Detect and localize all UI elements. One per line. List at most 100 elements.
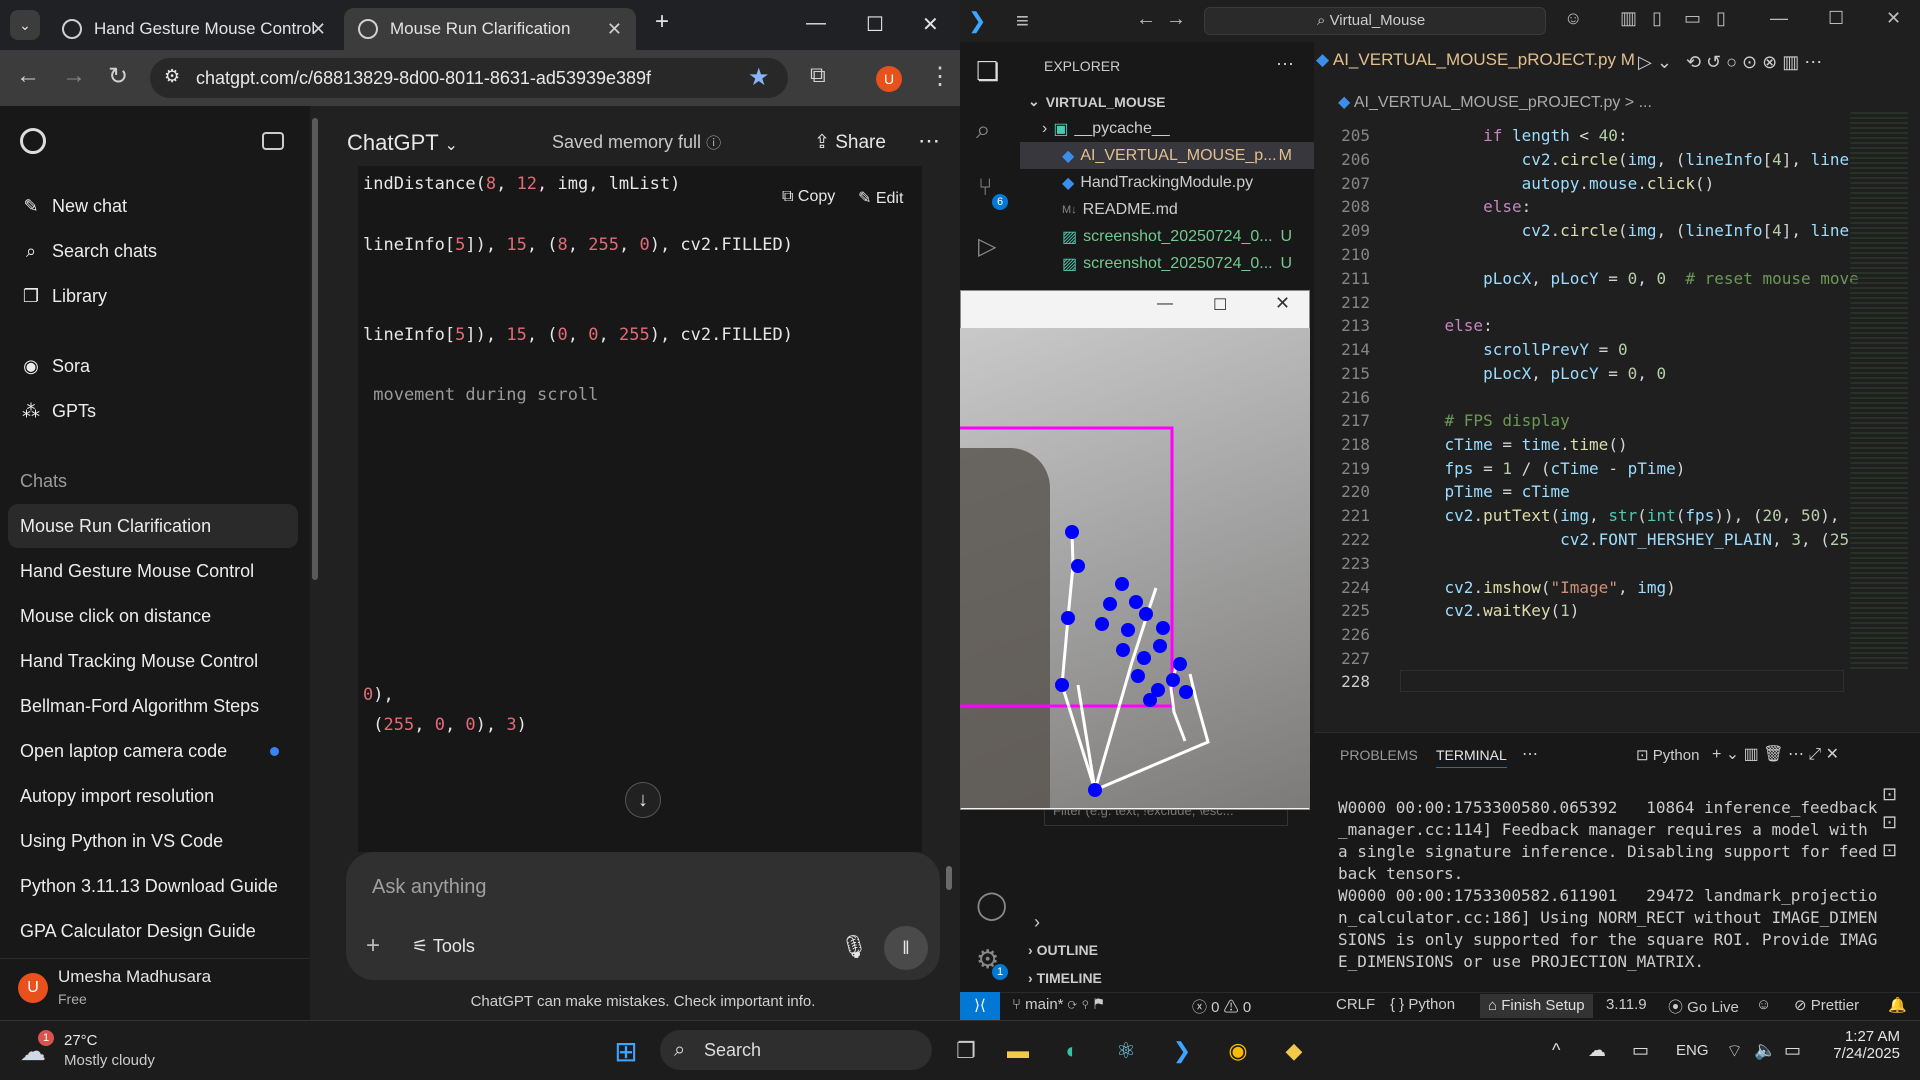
code-editor[interactable] xyxy=(1314,42,1920,732)
user-profile[interactable]: U Umesha Madhusara Free xyxy=(0,958,310,1020)
close-window-icon[interactable]: ✕ xyxy=(922,12,939,37)
toggle-panel-icon[interactable]: ▭ xyxy=(1684,8,1701,29)
main-scrollbar[interactable] xyxy=(946,866,952,890)
close-tab-icon[interactable]: ✕ xyxy=(311,19,326,40)
toggle-secondary-sidebar-icon[interactable]: ▯ xyxy=(1716,8,1726,29)
forward-arrow-icon[interactable]: → xyxy=(1166,8,1186,31)
library-button[interactable]: ❐ Library xyxy=(20,286,107,307)
toggle-sidebar-icon[interactable]: ▯ xyxy=(1652,8,1662,29)
eol-status[interactable]: CRLF xyxy=(1336,996,1375,1013)
chat-item[interactable]: Mouse click on distance xyxy=(8,594,298,638)
toggle-sidebar-icon[interactable] xyxy=(262,132,284,150)
search-chats-button[interactable]: ⌕ Search chats xyxy=(20,241,157,262)
files-icon[interactable]: ❏ xyxy=(976,56,999,87)
file-item-active[interactable]: ◆ AI_VERTUAL_MOUSE_p... M xyxy=(1020,142,1314,169)
model-selector[interactable]: ChatGPT ⌄ xyxy=(347,130,458,156)
language-indicator[interactable]: ENG xyxy=(1676,1042,1709,1059)
chat-item[interactable]: Open laptop camera code xyxy=(8,729,298,773)
menu-icon[interactable]: ≡ xyxy=(1016,8,1029,34)
chat-item[interactable]: Hand Gesture Mouse Control xyxy=(8,549,298,593)
task-view-icon[interactable]: ❐ xyxy=(948,1033,984,1069)
source-control-icon[interactable]: ⑂ xyxy=(978,174,992,202)
battery-icon[interactable]: ▭ xyxy=(1784,1040,1801,1061)
share-button[interactable]: ⇪ Share xyxy=(814,131,886,154)
browser-menu-icon[interactable]: ⋮ xyxy=(928,62,952,91)
close-tab-icon[interactable]: ✕ xyxy=(607,19,622,40)
extensions-icon[interactable]: ⧉ xyxy=(810,62,826,88)
tab-mouse-run[interactable]: Mouse Run Clarification ✕ xyxy=(344,8,636,50)
voice-mode-button[interactable]: ‖ xyxy=(884,926,928,970)
breadcrumb[interactable]: ◆ AI_VERTUAL_MOUSE_pROJECT.py > ... xyxy=(1338,92,1652,112)
chat-item[interactable]: Python 3.11.13 Download Guide xyxy=(8,864,298,908)
file-explorer-icon[interactable]: ▬ xyxy=(1000,1033,1036,1069)
search-icon[interactable]: ⌕ xyxy=(976,114,991,146)
show-hidden-icons[interactable]: ^ xyxy=(1552,1040,1560,1061)
tab-hand-gesture[interactable]: Hand Gesture Mouse Control ✕ xyxy=(48,8,340,50)
command-center-search[interactable]: ⌕ Virtual_Mouse xyxy=(1204,7,1546,35)
editor-actions-icon[interactable]: ⟲ ↺ ○ ⊙ ⊗ ▥ ⋯ xyxy=(1686,52,1822,73)
new-tab-button[interactable]: + xyxy=(655,8,669,36)
sidebar-scrollbar[interactable] xyxy=(312,118,318,580)
memory-status[interactable]: Saved memory full ⓘ xyxy=(552,132,721,153)
python-version[interactable]: 3.11.9 xyxy=(1606,996,1647,1013)
file-item[interactable]: ▨ screenshot_20250724_0... U xyxy=(1020,223,1314,250)
run-icon[interactable]: ▷ ⌄ xyxy=(1638,52,1672,73)
chat-item[interactable]: Autopy import resolution xyxy=(8,774,298,818)
copy-button[interactable]: ⧉ Copy xyxy=(782,188,835,206)
maximize-icon[interactable]: ☐ xyxy=(866,12,884,37)
address-bar[interactable]: ⚙ chatgpt.com/c/68813829-8d00-8011-8631-… xyxy=(150,58,788,98)
wifi-icon[interactable]: ⌔ xyxy=(1726,1040,1743,1063)
panel-actions-icon[interactable]: + ⌄ ▥ 🗑 ⋯ ⤢ ✕ xyxy=(1712,744,1839,764)
security-icon[interactable]: ☁ xyxy=(1588,1040,1606,1061)
minimap[interactable] xyxy=(1850,112,1908,672)
new-chat-button[interactable]: ✎ New chat xyxy=(20,196,127,217)
tab-search-button[interactable]: ⌄ xyxy=(10,10,40,40)
go-live-button[interactable]: ⦿ Go Live xyxy=(1668,996,1739,1017)
problems-status[interactable]: ⓧ 0 ⚠ 0 xyxy=(1192,996,1251,1017)
start-button[interactable]: ⊞ xyxy=(608,1033,644,1069)
volume-icon[interactable]: 🔈 xyxy=(1754,1040,1776,1061)
microphone-icon[interactable]: 🎙 xyxy=(840,934,868,960)
vscode-taskbar-icon[interactable]: ❯ xyxy=(1164,1033,1200,1069)
chat-item[interactable]: GPA Calculator Design Guide xyxy=(8,909,298,953)
minimize-icon[interactable]: — xyxy=(1770,8,1788,29)
scroll-down-button[interactable]: ↓ xyxy=(625,782,661,818)
site-settings-icon[interactable]: ⚙ xyxy=(164,66,180,87)
copilot-status-icon[interactable]: ☺ xyxy=(1756,996,1771,1013)
chat-item[interactable]: Using Python in VS Code xyxy=(8,819,298,863)
close-window-icon[interactable]: ✕ xyxy=(1886,8,1901,29)
back-arrow-icon[interactable]: ← xyxy=(1136,8,1156,31)
file-item[interactable]: ▨ screenshot_20250724_0... U xyxy=(1020,250,1314,277)
sora-button[interactable]: ◉ Sora xyxy=(20,356,90,377)
chevron-right-icon[interactable]: › xyxy=(1034,912,1040,933)
git-branch[interactable]: ⑂ main* ⟳ ⚲ ⚑ xyxy=(1012,996,1103,1013)
taskbar-search[interactable]: ⌕ Search xyxy=(660,1030,932,1070)
terminal-instances[interactable]: ⊡ ⊡ ⊡ xyxy=(1882,780,1897,864)
language-status[interactable]: { } Python xyxy=(1390,996,1455,1013)
chat-item[interactable]: Hand Tracking Mouse Control xyxy=(8,639,298,683)
accounts-icon[interactable]: ◯ xyxy=(976,888,1007,921)
electron-app-icon[interactable]: ⚛ xyxy=(1108,1033,1144,1069)
edge-icon[interactable]: ◐ xyxy=(1054,1033,1090,1069)
timeline-section[interactable]: › TIMELINE xyxy=(1028,970,1102,986)
profile-avatar[interactable]: U xyxy=(876,66,902,92)
display-icon[interactable]: ▭ xyxy=(1632,1040,1649,1061)
tab-terminal[interactable]: TERMINAL xyxy=(1436,747,1507,768)
bookmark-star-icon[interactable]: ★ xyxy=(748,63,770,92)
file-item[interactable]: M↓ README.md xyxy=(1020,196,1314,223)
edit-button[interactable]: ✎ Edit xyxy=(858,188,903,208)
prettier-status[interactable]: ⊘ Prettier xyxy=(1794,996,1859,1014)
panel-more-icon[interactable]: ⋯ xyxy=(1522,744,1538,764)
editor-tab-active[interactable]: ◆ AI_VERTUAL_MOUSE_pROJECT.py M xyxy=(1316,50,1635,70)
openai-logo-icon[interactable] xyxy=(20,128,46,154)
forward-arrow-icon[interactable]: → xyxy=(62,62,86,90)
close-window-icon[interactable]: ✕ xyxy=(1275,293,1290,314)
explorer-more-icon[interactable]: ⋯ xyxy=(1276,54,1294,75)
terminal-shell-selector[interactable]: ⊡ Python xyxy=(1636,746,1699,764)
python-taskbar-icon[interactable]: ◆ xyxy=(1276,1033,1312,1069)
message-input[interactable]: Ask anything xyxy=(372,876,487,899)
back-arrow-icon[interactable]: ← xyxy=(16,62,40,90)
chrome-taskbar-icon[interactable]: ◉ xyxy=(1220,1033,1256,1069)
remote-indicator[interactable]: ⟩⟨ xyxy=(960,992,1000,1020)
folder-header[interactable]: ⌄ VIRTUAL_MOUSE xyxy=(1020,88,1314,115)
